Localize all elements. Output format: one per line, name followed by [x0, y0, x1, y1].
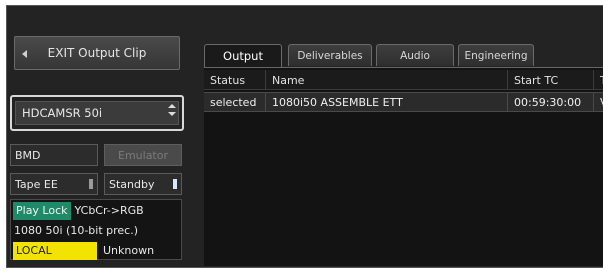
tab-audio[interactable]: Audio: [376, 44, 454, 66]
column-header-start-tc[interactable]: Start TC: [508, 70, 594, 90]
tab-output-label: Output: [223, 49, 263, 63]
standby-label: Standby: [109, 177, 155, 191]
column-header-name[interactable]: Name: [266, 70, 508, 90]
left-arrow-icon: [22, 50, 27, 58]
deck-format-select[interactable]: HDCAMSR 50i: [10, 95, 184, 131]
tab-audio-label: Audio: [400, 49, 430, 62]
table-header: Status Name Start TC T: [204, 70, 603, 90]
format-info-text: 1080 50i (10-bit prec.): [14, 224, 139, 237]
remote-status-text: Unknown: [103, 244, 155, 257]
emulator-label: Emulator: [118, 148, 168, 162]
table-row[interactable]: selected 1080i50 ASSEMBLE ETT 00:59:30:0…: [204, 92, 603, 112]
play-lock-badge: Play Lock: [13, 201, 71, 220]
column-header-extra[interactable]: T: [594, 70, 603, 90]
tab-deliverables-label: Deliverables: [297, 49, 363, 62]
tab-deliverables[interactable]: Deliverables: [288, 44, 372, 66]
bmd-label: BMD: [15, 148, 41, 162]
tape-ee-indicator-icon: [89, 179, 93, 189]
tab-engineering[interactable]: Engineering: [458, 44, 534, 66]
deck-format-value: HDCAMSR 50i: [22, 106, 103, 120]
local-badge: LOCAL: [13, 241, 97, 260]
standby-indicator-icon: [173, 179, 177, 189]
cell-status: selected: [204, 93, 266, 112]
deck-status-panel: Play Lock YCbCr->RGB 1080 50i (10-bit pr…: [10, 199, 182, 260]
cell-name: 1080i50 ASSEMBLE ETT: [266, 93, 508, 112]
cell-start-tc: 00:59:30:00: [508, 93, 594, 112]
tab-engineering-label: Engineering: [464, 49, 528, 62]
tape-ee-label: Tape EE: [15, 177, 58, 191]
tape-ee-toggle[interactable]: Tape EE: [10, 173, 98, 195]
emulator-button[interactable]: Emulator: [104, 144, 182, 166]
exit-output-clip-label: EXIT Output Clip: [47, 46, 147, 60]
standby-toggle[interactable]: Standby: [104, 173, 182, 195]
tab-output[interactable]: Output: [204, 44, 282, 67]
output-clip-table: Status Name Start TC T selected 1080i50 …: [204, 67, 603, 266]
updown-chevron-icon: [168, 103, 176, 117]
column-header-status[interactable]: Status: [204, 70, 266, 90]
exit-output-clip-button[interactable]: EXIT Output Clip: [14, 36, 180, 70]
bmd-field: BMD: [10, 144, 98, 166]
color-space-text: YCbCr->RGB: [74, 204, 144, 217]
cell-extra: V: [594, 93, 603, 112]
